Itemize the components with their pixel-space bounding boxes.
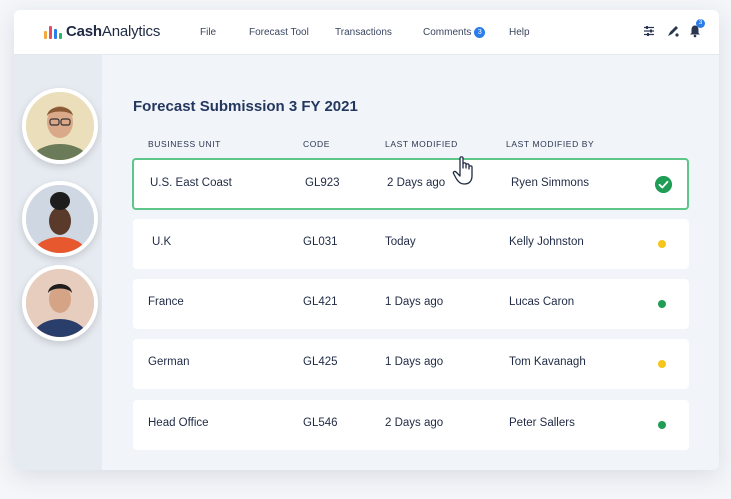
business-unit-cell: Head Office — [148, 417, 209, 429]
user-avatar-1-image — [26, 92, 94, 160]
hand-cursor-icon — [452, 156, 473, 185]
code-cell: GL421 — [303, 296, 338, 308]
last-modified-by-cell: Tom Kavanagh — [509, 356, 586, 368]
table-row[interactable]: German GL425 1 Days ago Tom Kavanagh — [133, 339, 689, 389]
logo-text: CashAnalytics — [66, 23, 161, 40]
cashanalytics-logo[interactable]: CashAnalytics — [44, 23, 160, 40]
business-unit-cell: U.K — [152, 236, 172, 248]
avatar[interactable] — [22, 88, 98, 164]
user-avatar-3-image — [26, 269, 94, 337]
app-window: CashAnalytics File Forecast Tool Transac… — [14, 10, 719, 470]
status-dot-complete — [658, 421, 666, 429]
user-avatar-2-image — [26, 185, 94, 253]
business-unit-cell: German — [148, 356, 190, 368]
status-dot-complete — [658, 300, 666, 308]
avatar[interactable] — [22, 265, 98, 341]
last-modified-cell: 2 Days ago — [385, 417, 444, 429]
main-content: Forecast Submission 3 FY 2021 BUSINESS U… — [102, 55, 719, 470]
comments-count-badge: 3 — [474, 27, 486, 38]
code-cell: GL425 — [303, 356, 338, 368]
page-title: Forecast Submission 3 FY 2021 — [133, 98, 358, 115]
nav-comments[interactable]: Comments 3 — [423, 27, 486, 39]
code-cell: GL546 — [303, 417, 338, 429]
column-header-last-modified[interactable]: LAST MODIFIED — [385, 139, 458, 149]
avatar[interactable] — [22, 181, 98, 257]
notifications-count-badge: 3 — [696, 19, 705, 28]
nav-transactions[interactable]: Transactions — [335, 27, 392, 38]
last-modified-cell: 1 Days ago — [385, 296, 444, 308]
status-dot-pending — [658, 240, 666, 248]
table-row[interactable]: Head Office GL546 2 Days ago Peter Salle… — [133, 400, 689, 450]
status-dot-pending — [658, 360, 666, 368]
last-modified-by-cell: Kelly Johnston — [509, 236, 584, 248]
column-header-business-unit[interactable]: BUSINESS UNIT — [148, 139, 221, 149]
table-row[interactable]: U.K GL031 Today Kelly Johnston — [133, 219, 689, 269]
business-unit-cell: France — [148, 296, 184, 308]
nav-file[interactable]: File — [200, 27, 216, 38]
last-modified-cell: Today — [385, 236, 416, 248]
last-modified-by-cell: Lucas Caron — [509, 296, 575, 308]
code-cell: GL923 — [305, 177, 340, 189]
last-modified-by-cell: Peter Sallers — [509, 417, 575, 429]
code-cell: GL031 — [303, 236, 338, 248]
check-circle-icon — [655, 176, 672, 193]
business-unit-cell: U.S. East Coast — [150, 177, 232, 189]
pen-icon[interactable] — [666, 24, 680, 38]
logo-bars-icon — [44, 25, 62, 39]
top-navigation-bar: CashAnalytics File Forecast Tool Transac… — [14, 10, 719, 55]
nav-forecast-tool[interactable]: Forecast Tool — [249, 27, 309, 38]
last-modified-by-cell: Ryen Simmons — [511, 177, 589, 189]
last-modified-cell: 1 Days ago — [385, 356, 444, 368]
column-header-last-modified-by[interactable]: LAST MODIFIED BY — [506, 139, 594, 149]
last-modified-cell: 2 Days ago — [387, 177, 446, 189]
table-row[interactable]: U.S. East Coast GL923 2 Days ago Ryen Si… — [132, 158, 689, 210]
nav-help[interactable]: Help — [509, 27, 530, 38]
column-header-code[interactable]: CODE — [303, 139, 330, 149]
table-row[interactable]: France GL421 1 Days ago Lucas Caron — [133, 279, 689, 329]
nav-comments-label: Comments — [423, 27, 472, 39]
sliders-icon[interactable] — [642, 24, 656, 38]
user-sidebar — [14, 55, 102, 470]
